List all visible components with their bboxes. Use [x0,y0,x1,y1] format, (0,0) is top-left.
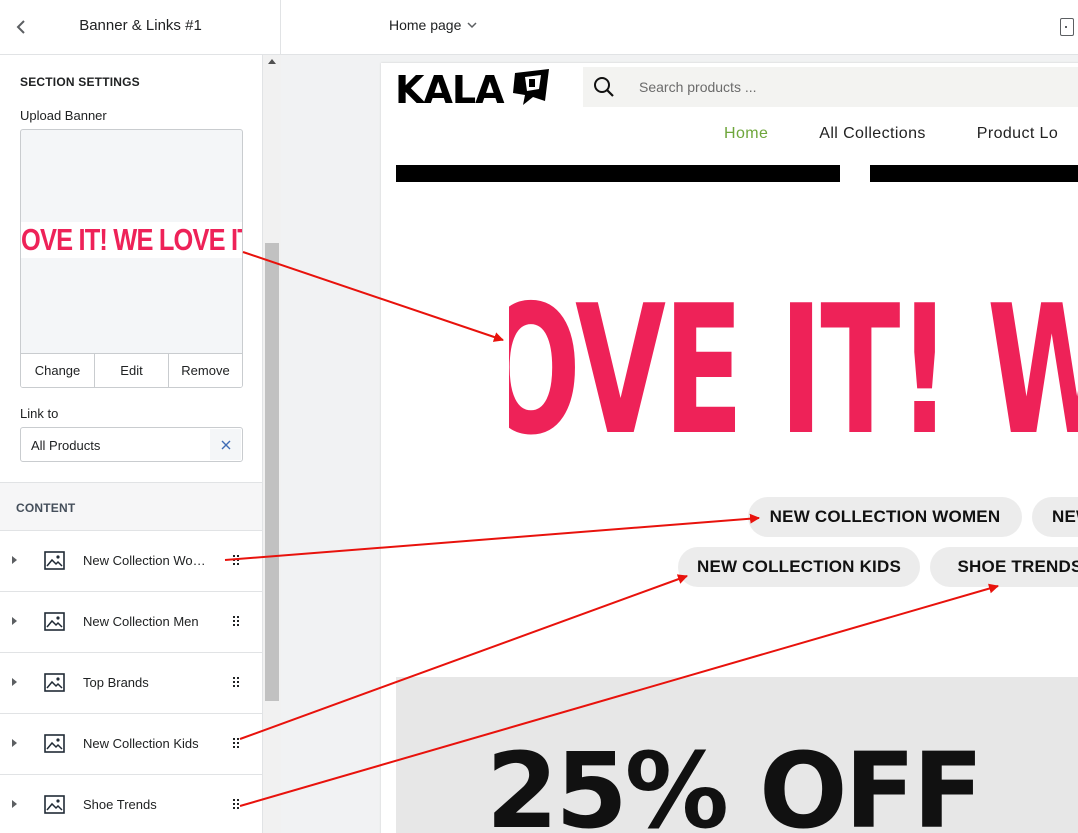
hero-banner[interactable]: OVE IT! W [509,291,1078,451]
close-icon [221,440,230,449]
nav-item-home[interactable]: Home [724,125,768,143]
store-search-input[interactable] [639,67,1078,107]
settings-sidebar: SECTION SETTINGS Upload Banner OVE IT! W… [0,55,263,833]
expand-caret-icon[interactable] [12,800,17,808]
promo-text: 25% OFF [486,730,984,833]
banner-upload-box[interactable]: OVE IT! WE LOVE IT Change Edit Remove [20,129,243,388]
black-strip [870,165,1078,182]
page-selector[interactable]: Home page [389,17,477,33]
block-label: Top Brands [83,675,149,690]
content-heading: CONTENT [16,501,76,515]
link-to-field[interactable]: All Products [20,427,243,462]
promo-banner[interactable]: 25% OFF [396,677,1078,833]
link-to-label: Link to [20,406,59,421]
hero-banner-text: OVE IT! W [509,291,1078,451]
expand-caret-icon[interactable] [12,556,17,564]
image-icon [44,673,65,692]
logo-badge-icon [513,69,549,105]
pill-new-collection-men[interactable]: NEW [1032,497,1078,537]
expand-caret-icon[interactable] [12,617,17,625]
nav-item-product-lookbook[interactable]: Product Lo [977,125,1058,143]
store-logo[interactable]: KALA [395,67,504,113]
block-item-new-collection-kids[interactable]: New Collection Kids [0,713,262,774]
scroll-thumb[interactable] [265,243,279,701]
panel-header: Banner & Links #1 [0,0,281,55]
expand-caret-icon[interactable] [12,739,17,747]
upload-banner-label: Upload Banner [20,108,107,123]
clear-link-button[interactable] [210,429,241,460]
image-icon [44,551,65,570]
preview-canvas: KALA Home All Collections Product Lo OVE… [281,55,1078,833]
store-nav: Home All Collections Product Lo [724,125,1078,143]
expand-caret-icon[interactable] [12,678,17,686]
block-item-new-collection-women[interactable]: New Collection Women [0,530,262,591]
content-block-list: New Collection Women New Collection Men … [0,530,262,833]
image-icon [44,734,65,753]
block-label: New Collection Kids [83,736,199,751]
store-search-bar[interactable] [583,67,1078,107]
drag-handle-icon[interactable] [233,677,241,689]
scroll-up-arrow-icon[interactable] [268,59,276,64]
pill-new-collection-women[interactable]: NEW COLLECTION WOMEN [748,497,1022,537]
block-item-shoe-trends[interactable]: Shoe Trends [0,774,262,833]
sidebar-scrollbar[interactable] [263,55,281,833]
block-label: New Collection Men [83,614,199,629]
block-item-top-brands[interactable]: Top Brands [0,652,262,713]
nav-item-all-collections[interactable]: All Collections [819,125,925,143]
page-selector-label: Home page [389,17,462,33]
edit-button[interactable]: Edit [95,354,169,387]
block-label: Shoe Trends [83,797,157,812]
image-icon [44,795,65,814]
upload-actions: Change Edit Remove [21,353,242,387]
section-settings: SECTION SETTINGS Upload Banner OVE IT! W… [0,55,262,483]
store-preview: KALA Home All Collections Product Lo OVE… [381,63,1078,833]
block-label: New Collection Women [83,553,215,568]
search-icon[interactable] [593,76,615,98]
block-item-new-collection-men[interactable]: New Collection Men [0,591,262,652]
pill-new-collection-kids[interactable]: NEW COLLECTION KIDS [678,547,920,587]
drag-handle-icon[interactable] [233,616,241,628]
image-icon [44,612,65,631]
drag-handle-icon[interactable] [233,738,241,750]
chevron-down-icon [467,22,477,29]
section-settings-heading: SECTION SETTINGS [20,75,140,89]
pill-shoe-trends[interactable]: SHOE TRENDS [930,547,1078,587]
black-strip [396,165,840,182]
banner-thumbnail: OVE IT! WE LOVE IT [21,222,243,258]
drag-handle-icon[interactable] [233,799,241,811]
link-to-value: All Products [31,438,101,453]
device-preview-icon[interactable] [1060,18,1074,36]
panel-title: Banner & Links #1 [79,17,202,34]
change-button[interactable]: Change [21,354,95,387]
remove-button[interactable]: Remove [169,354,242,387]
drag-handle-icon[interactable] [233,555,241,567]
editor-topbar: Banner & Links #1 Home page [0,0,1078,55]
